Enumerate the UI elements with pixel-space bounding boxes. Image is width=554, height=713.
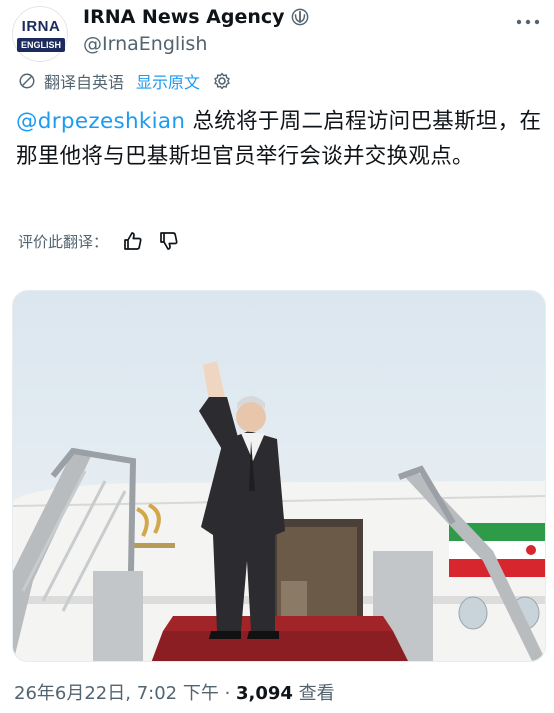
government-badge-icon xyxy=(291,8,308,26)
translation-bar: 翻译自英语 显示原文 xyxy=(18,69,232,93)
mention-link[interactable]: @drpezeshkian xyxy=(16,109,185,134)
user-handle[interactable]: @IrnaEnglish xyxy=(83,33,207,55)
photo-illustration xyxy=(13,291,545,661)
views-count: 3,094 xyxy=(236,683,293,704)
translate-icon xyxy=(19,73,35,89)
tweet-photo[interactable] xyxy=(12,290,546,662)
show-original-link[interactable]: 显示原文 xyxy=(136,69,200,93)
rate-translation-label: 评价此翻译： xyxy=(18,232,109,251)
display-name[interactable]: IRNA News Agency xyxy=(83,6,285,28)
thumbs-down-icon[interactable] xyxy=(158,230,180,252)
more-options-icon[interactable] xyxy=(516,18,540,26)
timestamp[interactable]: 26年6月22日, 7:02 下午 · xyxy=(14,683,236,704)
translated-from-label: 翻译自英语 xyxy=(44,73,125,92)
avatar[interactable]: IRNA ENGLISH xyxy=(12,6,68,62)
tweet-text: @drpezeshkian 总统将于周二启程访问巴基斯坦，在那里他将与巴基斯坦官… xyxy=(16,104,544,174)
tweet-meta: 26年6月22日, 7:02 下午 · 3,094 查看 xyxy=(14,679,335,705)
tweet-header: IRNA ENGLISH IRNA News Agency @IrnaEngli… xyxy=(12,4,542,66)
thumbs-up-icon[interactable] xyxy=(122,230,144,252)
views-label: 查看 xyxy=(292,683,335,704)
avatar-logo-subtext: ENGLISH xyxy=(17,38,65,52)
gear-icon[interactable] xyxy=(212,71,232,91)
rate-translation-row: 评价此翻译： xyxy=(18,230,180,252)
avatar-logo-text: IRNA xyxy=(21,18,61,35)
display-name-row[interactable]: IRNA News Agency xyxy=(83,6,309,28)
